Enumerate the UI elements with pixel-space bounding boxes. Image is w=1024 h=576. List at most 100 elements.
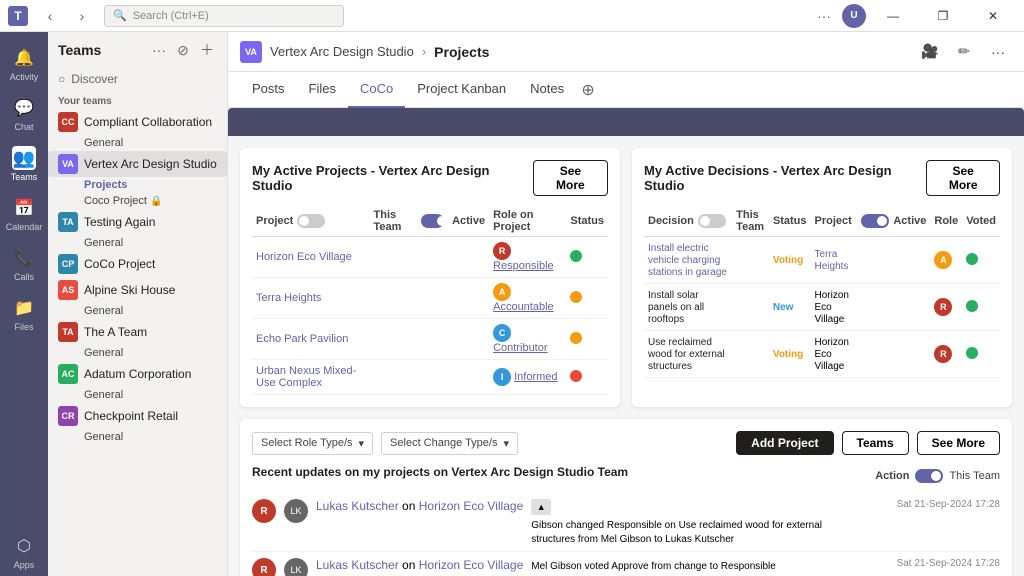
team-channel-alpine-general[interactable]: General [48,303,227,319]
bottom-see-more-button[interactable]: See More [917,431,1000,455]
role-type-dropdown[interactable]: Select Role Type/s ▾ [252,432,373,455]
update-user: Lukas Kutscher on Horizon Eco Village [316,499,523,545]
edit-button[interactable]: ✏ [950,38,978,66]
role-text[interactable]: Informed [514,371,557,383]
sidebar-item-calls[interactable]: 📞 Calls [4,240,44,288]
project-toggle[interactable] [297,214,325,228]
tab-notes[interactable]: Notes [518,72,576,108]
meet-button[interactable]: 🎥 [916,38,944,66]
tab-coco[interactable]: CoCo [348,72,405,108]
search-bar[interactable]: 🔍 Search (Ctrl+E) [104,5,344,27]
projects-panel-header: My Active Projects - Vertex Arc Design S… [252,160,608,196]
maximize-button[interactable]: ❐ [920,0,966,32]
more-options-button[interactable]: ··· [810,5,838,27]
avatar[interactable]: U [842,4,866,28]
team-channel-adatum-general[interactable]: General [48,387,227,403]
project-link[interactable]: Echo Park Pavilion [256,333,348,345]
minimize-button[interactable]: — [870,0,916,32]
discover-icon: ○ [58,72,65,86]
role-text[interactable]: Accountable [493,301,554,313]
teams-button[interactable]: Teams [842,431,909,455]
team-item-compliant[interactable]: CC Compliant Collaboration [48,109,227,135]
role-badge: R [493,242,511,260]
tab-files[interactable]: Files [297,72,348,108]
team-item-alpine[interactable]: AS Alpine Ski House [48,277,227,303]
channel-header-right: 🎥 ✏ ··· [916,38,1012,66]
projects-panel-title: My Active Projects - Vertex Arc Design S… [252,163,533,193]
role-text[interactable]: Contributor [493,342,547,354]
projects-see-more-button[interactable]: See More [533,160,608,196]
team-avatar-vertex: VA [58,154,78,174]
your-teams-label: Your teams [48,90,227,109]
role-badge: I [493,368,511,386]
sidebar-item-teams[interactable]: 👥 Teams [4,140,44,188]
forward-button[interactable]: › [68,5,96,27]
team-channel-compliant-general[interactable]: General [48,135,227,151]
team-channel-checkpoint-general[interactable]: General [48,429,227,445]
tab-project-kanban[interactable]: Project Kanban [405,72,518,108]
back-button[interactable]: ‹ [36,5,64,27]
sidebar-add-button[interactable]: ＋ [197,40,217,60]
sidebar-item-apps[interactable]: ⬡ Apps [4,528,44,576]
project-link[interactable]: Horizon Eco Village [256,251,352,263]
channel-header-left: VA Vertex Arc Design Studio › Projects [240,41,489,63]
sidebar-item-files[interactable]: 📁 Files [4,290,44,338]
update-project-link[interactable]: Horizon Eco Village [419,558,524,572]
action-col-header: Action [875,470,909,482]
tab-posts[interactable]: Posts [240,72,297,108]
project-link[interactable]: Terra Heights [256,292,321,304]
voted-dot [966,347,978,359]
team-item-coco[interactable]: CP CoCo Project [48,251,227,277]
active-toggle-d[interactable] [861,214,889,228]
avatar-photo: LK [284,558,308,576]
update-project-link[interactable]: Horizon Eco Village [419,499,524,513]
decisions-see-more-button[interactable]: See More [926,160,1000,196]
sidebar-item-chat[interactable]: 💬 Chat [4,90,44,138]
add-project-button[interactable]: Add Project [736,431,833,455]
decision-project-link[interactable]: Terra Heights [815,249,849,272]
team-item-checkpoint[interactable]: CR Checkpoint Retail [48,403,227,429]
change-type-dropdown[interactable]: Select Change Type/s ▾ [381,432,518,455]
team-avatar-testing: TA [58,212,78,232]
role-text[interactable]: Responsible [493,260,554,272]
team-item-adatum[interactable]: AC Adatum Corporation [48,361,227,387]
close-button[interactable]: ✕ [970,0,1016,32]
this-team-toggle[interactable] [421,214,444,228]
calls-icon: 📞 [12,246,36,270]
update-user-link[interactable]: Lukas Kutscher [316,558,399,572]
project-link[interactable]: Urban Nexus Mixed-Use Complex [256,365,356,389]
chat-icon: 💬 [12,96,36,120]
team-item-vertex[interactable]: VA Vertex Arc Design Studio [48,151,227,177]
team-channel-testing-general[interactable]: General [48,235,227,251]
team-avatar-adatum: AC [58,364,78,384]
content-area: My Active Projects - Vertex Arc Design S… [228,108,1024,576]
lock-icon: 🔒 [150,196,162,207]
files-icon: 📁 [12,296,36,320]
team-channel-thea-general[interactable]: General [48,345,227,361]
content-banner [228,108,1024,136]
apps-icon: ⬡ [12,534,36,558]
sidebar-filter-button[interactable]: ⊘ [173,40,193,60]
sidebar-item-activity[interactable]: 🔔 Activity [4,40,44,88]
team-channel-vertex-coco[interactable]: Coco Project 🔒 [48,193,227,209]
table-row: Use reclaimed wood for external structur… [644,331,1000,378]
sidebar-item-calendar[interactable]: 📅 Calendar [4,190,44,238]
decision-toggle[interactable] [698,214,726,228]
role-badge-d: R [934,345,952,363]
sidebar-more-button[interactable]: ··· [149,40,169,60]
voted-dot [966,253,978,265]
update-time: Sat 21-Sep-2024 17:28 [870,499,1000,545]
team-avatar-compliant: CC [58,112,78,132]
team-channel-vertex-projects[interactable]: Projects [48,177,227,193]
more-header-button[interactable]: ··· [984,38,1012,66]
tab-add-button[interactable]: ⊕ [576,78,600,102]
col-this-team: This Team [370,206,449,237]
scroll-up-button[interactable]: ▲ [531,499,551,515]
team-item-thea[interactable]: TA The A Team [48,319,227,345]
update-user-link[interactable]: Lukas Kutscher [316,499,399,513]
updates-this-team-toggle[interactable] [915,469,943,483]
decision-link[interactable]: Install electric vehicle charging statio… [648,243,727,278]
team-item-testing[interactable]: TA Testing Again [48,209,227,235]
decisions-table: Decision This Team Status Project Active… [644,206,1000,378]
discover-row[interactable]: ○ Discover [48,68,227,90]
